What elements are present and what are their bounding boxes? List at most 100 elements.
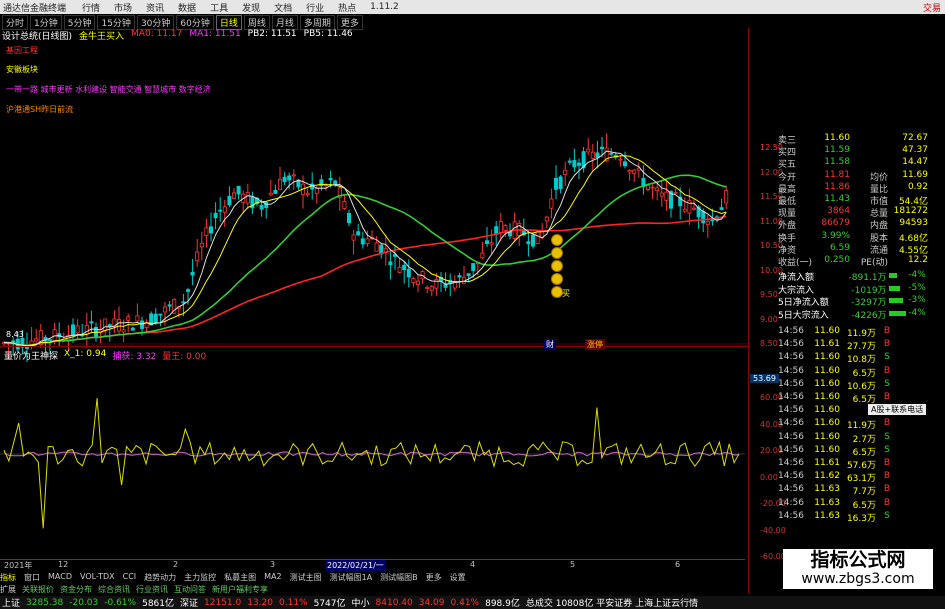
ticker-c: 13.20 <box>247 597 273 608</box>
quote-label: 今开 <box>778 172 797 183</box>
extension-tab[interactable]: 扩展 <box>0 584 16 595</box>
tick-price: 11.60 <box>814 326 840 336</box>
menu-item[interactable]: 数据 <box>171 1 203 14</box>
quote-value: 11.58 <box>824 157 850 168</box>
candle-body <box>586 148 591 153</box>
quote-value: 0.250 <box>824 255 850 265</box>
candle-body <box>103 318 108 332</box>
candle-body <box>549 198 554 209</box>
candle-body <box>724 190 729 204</box>
candle-body <box>388 261 393 266</box>
info-popup[interactable]: A股+联系电话 <box>868 404 927 415</box>
candle-body <box>567 160 572 163</box>
indicator-tab[interactable]: 指标 <box>0 572 16 583</box>
flow-row: 净流入额 -891.1万 -4% <box>778 270 928 283</box>
tick-price: 11.61 <box>814 339 840 350</box>
ticker-v: 12151.0 <box>204 597 242 608</box>
extension-tab[interactable]: 综合资讯 <box>98 584 130 595</box>
tick-row: 14:56 11.62 63.1万 B <box>778 471 928 484</box>
indicator-tab[interactable]: 窗口 <box>24 572 40 583</box>
quote-value2: 72.67 <box>902 133 928 143</box>
menu-item[interactable]: 1.11.2 <box>363 2 406 12</box>
hsgt-label: 沪港通SH昨日前流 <box>6 105 74 114</box>
oscillator-chart[interactable] <box>0 362 750 557</box>
tick-time: 14:56 <box>778 497 804 508</box>
quote-label: 卖三 <box>778 136 797 146</box>
sub-x1: X_1: 0.94 <box>64 349 107 359</box>
indicator-tab[interactable]: 测试幅图B <box>380 572 418 583</box>
extension-tab[interactable]: 互动问答 <box>174 584 206 595</box>
menu-item[interactable]: 工具 <box>203 1 235 14</box>
indicator-tab[interactable]: 私募主图 <box>224 572 256 583</box>
tick-direction: S <box>884 510 890 521</box>
candle-body <box>236 185 241 195</box>
extension-tab[interactable]: 资金分布 <box>60 584 92 595</box>
candle-body <box>471 263 476 271</box>
quote-label: 收益(一) <box>778 258 813 268</box>
indicator-tab[interactable]: 更多 <box>426 572 442 583</box>
quote-value2: 54.4亿 <box>898 197 928 207</box>
menu-item[interactable]: 发现 <box>235 1 267 14</box>
indicator-tab[interactable]: MACD <box>48 572 72 583</box>
quote-row: 买五 11.58 14.47 <box>778 157 928 170</box>
tick-direction: B <box>883 365 891 376</box>
menu-item[interactable]: 行情 <box>75 1 107 14</box>
date-label: 12 <box>58 560 69 569</box>
trade-button[interactable]: 交易 <box>923 1 945 14</box>
candle-body <box>360 238 365 245</box>
candle-body <box>719 207 724 211</box>
quote-value: 11.60 <box>824 133 850 143</box>
menu-item[interactable]: 资讯 <box>139 1 171 14</box>
date-label: 3 <box>270 560 276 569</box>
quote-value2: 14.47 <box>902 157 928 168</box>
candle-body <box>195 251 200 262</box>
quote-value2: 11.69 <box>902 169 928 180</box>
tick-time: 14:56 <box>778 326 804 336</box>
candle-body <box>544 216 549 222</box>
themes-label: 一带一路 城市更新 水利建设 智能交通 智慧城市 数字经济 <box>6 85 211 94</box>
kline-chart[interactable] <box>0 28 750 362</box>
tick-row: 14:56 11.60 2.7万 S <box>778 432 928 445</box>
indicator-tab[interactable]: 测试主图 <box>290 572 322 583</box>
date-axis: 2021年 12 2 3 2022/02/21/一 4 5 6 <box>0 559 745 571</box>
candle-body <box>558 176 563 190</box>
buy-mark: 买 <box>562 289 570 298</box>
indicator-tab[interactable]: CCI <box>123 572 137 583</box>
indicator-tab[interactable]: 主力监控 <box>184 572 216 583</box>
tick-time: 14:56 <box>778 444 804 455</box>
quote-label2: 量比 <box>869 184 888 195</box>
extension-tab[interactable]: 行业资讯 <box>136 584 168 595</box>
candle-body <box>673 192 678 194</box>
candle-body <box>705 220 710 225</box>
indicator-tab[interactable]: 设置 <box>450 572 466 583</box>
candle-body <box>457 275 462 278</box>
indicator-tab[interactable]: 趋势动力 <box>144 572 176 583</box>
extension-tab[interactable]: 关联报价 <box>22 584 54 595</box>
indicator-tab[interactable]: VOL-TDX <box>80 572 115 583</box>
flow-bar-fill <box>888 298 903 303</box>
menu-item[interactable]: 行业 <box>299 1 331 14</box>
buy-coin <box>551 234 563 246</box>
candle-body <box>162 306 167 313</box>
tick-volume: 6.5万 <box>852 395 876 405</box>
flow-bar-fill <box>888 273 897 278</box>
menu-item[interactable]: 文档 <box>267 1 299 14</box>
sub-indicator-name: 量价为王神探 <box>4 352 59 362</box>
tick-volume: 10.8万 <box>846 355 876 366</box>
quote-value2: 12.2 <box>907 255 928 265</box>
flow-label: 大宗流入 <box>778 285 815 296</box>
menu-item[interactable]: 市场 <box>107 1 139 14</box>
indicator-tab[interactable]: 测试幅图1A <box>330 572 373 583</box>
tick-volume: 11.9万 <box>846 329 876 339</box>
extension-tab[interactable]: 新用户福利专享 <box>212 584 268 595</box>
tick-direction: S <box>884 352 890 363</box>
flow-value: -891.1万 <box>848 273 887 283</box>
tick-price: 11.63 <box>814 510 840 521</box>
sub-indicator-line: 量价为王神探 X_1: 0.94 捕获: 3.32 量王: 0.00 <box>4 349 206 362</box>
menu-item[interactable]: 热点 <box>331 1 363 14</box>
flow-label: 5日大宗流入 <box>778 310 829 321</box>
candle-body <box>618 158 623 161</box>
indicator-tab[interactable]: MA2 <box>264 572 281 583</box>
tick-direction: B <box>883 471 891 482</box>
tick-direction: S <box>884 378 890 389</box>
